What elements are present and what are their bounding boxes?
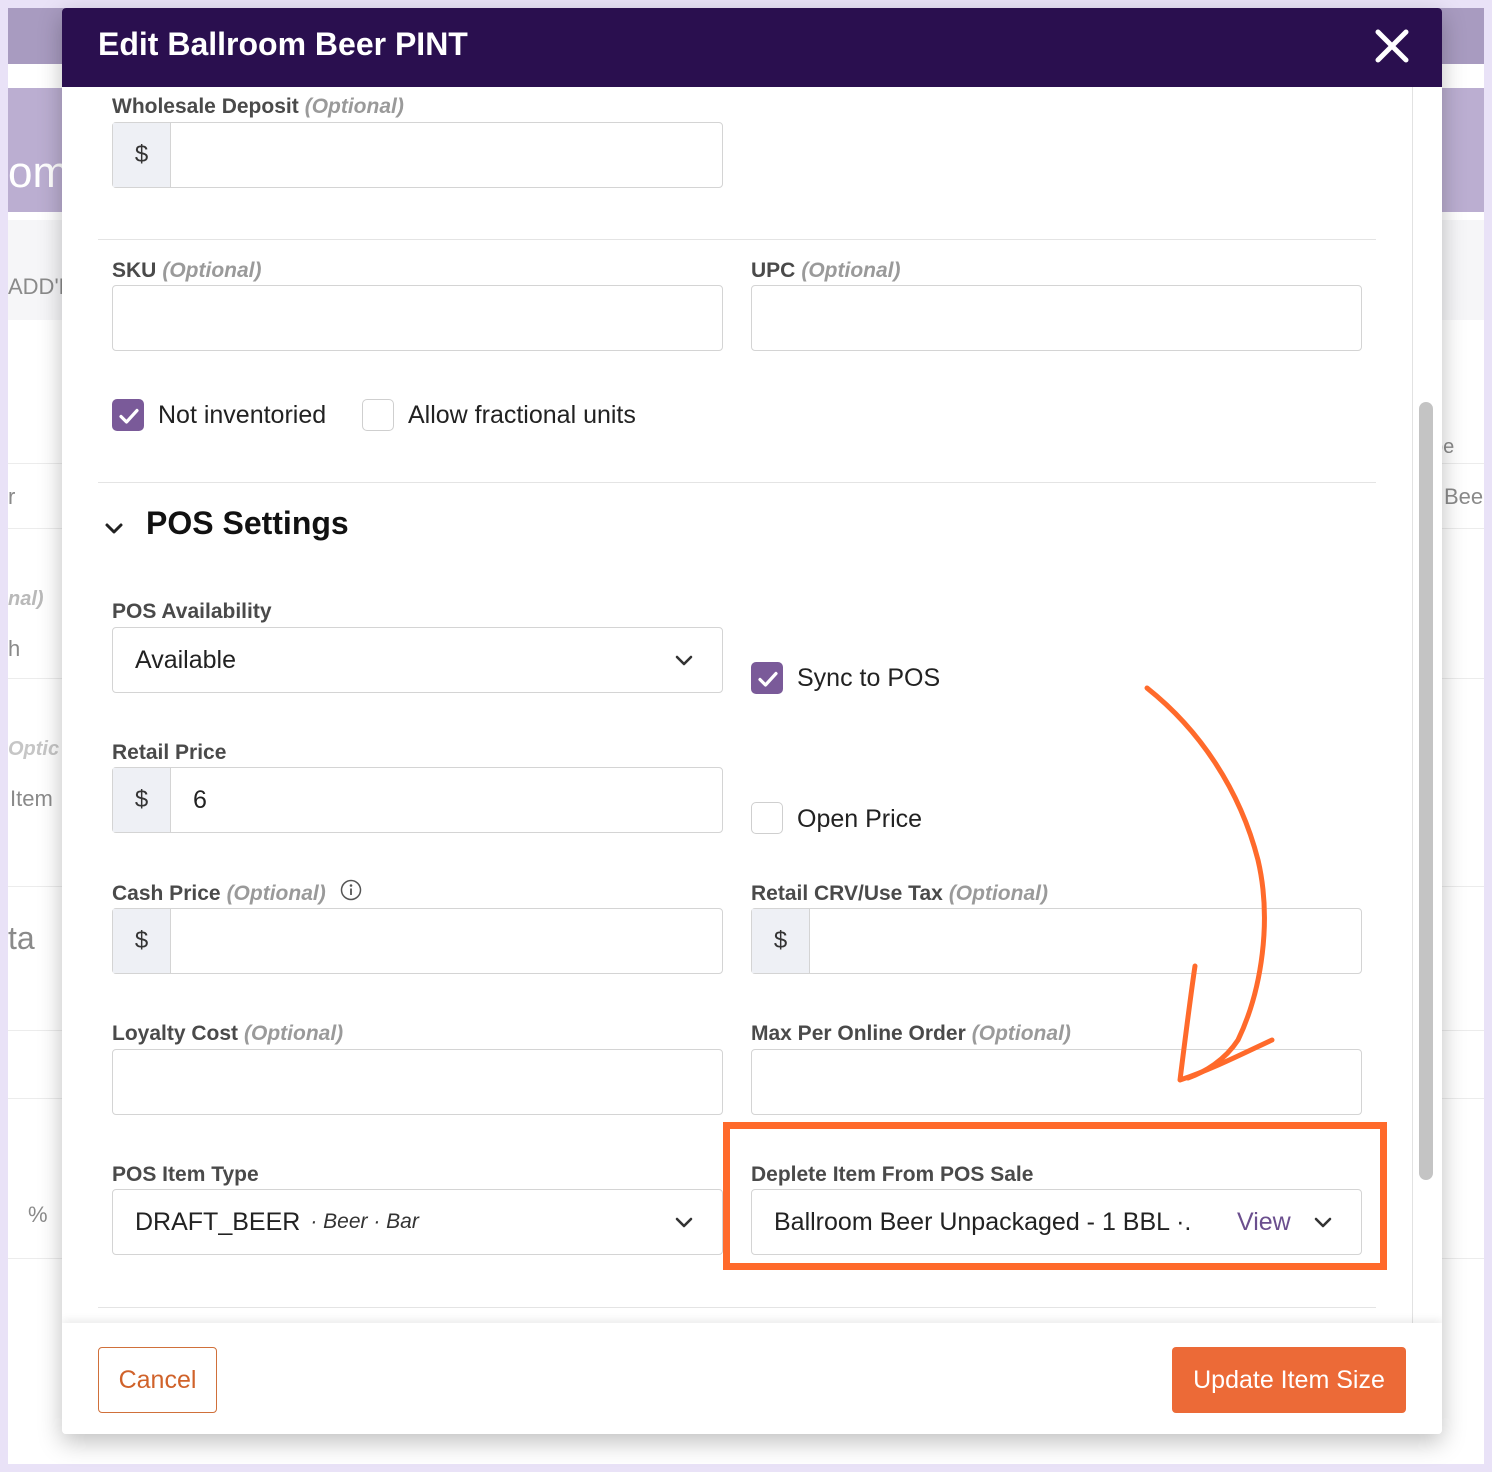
section-divider <box>98 239 1376 240</box>
scrollbar-thumb[interactable] <box>1419 402 1433 1180</box>
annotation-highlight-box <box>723 1122 1387 1270</box>
background-text-fragment: ta <box>8 920 35 956</box>
open-price-label: Open Price <box>797 805 923 833</box>
chevron-down-icon <box>675 1217 693 1228</box>
pos-item-type-label: POS Item Type <box>112 1163 259 1186</box>
allow-fractional-units-label: Allow fractional units <box>408 401 636 429</box>
open-price-checkbox[interactable] <box>751 802 783 834</box>
upc-label: UPC (Optional) <box>751 259 901 282</box>
info-icon[interactable] <box>340 879 362 901</box>
wholesale-deposit-label: Wholesale Deposit (Optional) <box>112 95 404 118</box>
background-text-fragment: Item <box>10 786 53 811</box>
background-text-fragment: h <box>8 636 21 661</box>
background-title-fragment: om <box>8 148 70 197</box>
section-divider <box>98 1307 1376 1308</box>
sync-to-pos-label: Sync to POS <box>797 664 941 692</box>
loyalty-cost-label: Loyalty Cost (Optional) <box>112 1022 344 1045</box>
pos-availability-select[interactable]: Available <box>112 627 723 693</box>
wholesale-deposit-input[interactable]: $ <box>112 122 723 188</box>
modal-title: Edit Ballroom Beer PINT <box>98 26 468 62</box>
modal-footer: Cancel Update Item Size <box>62 1323 1442 1434</box>
max-per-online-order-label: Max Per Online Order (Optional) <box>751 1022 1071 1045</box>
pos-settings-title: POS Settings <box>146 505 349 541</box>
pos-item-type-category: · Beer · Bar <box>310 1210 419 1233</box>
allow-fractional-units-checkbox[interactable] <box>362 399 394 431</box>
sku-input[interactable] <box>112 285 723 351</box>
pos-availability-value: Available <box>135 645 237 674</box>
section-divider <box>98 482 1376 483</box>
chevron-down-icon <box>675 655 693 666</box>
background-text-fragment: Bee <box>1444 484 1484 509</box>
checkmark-icon <box>758 671 778 687</box>
close-button[interactable] <box>1372 26 1412 66</box>
modal-body: Wholesale Deposit (Optional) $ SKU (Option… <box>62 87 1442 1323</box>
upc-input[interactable] <box>751 285 1362 351</box>
retail-crv-label: Retail CRV/Use Tax (Optional) <box>751 882 1048 905</box>
background-text-fragment: Optic <box>8 738 60 760</box>
pos-item-type-value: DRAFT_BEER · Beer · Bar <box>135 1207 419 1236</box>
sku-label: SKU (Optional) <box>112 259 262 282</box>
cash-price-input[interactable]: $ <box>112 908 723 974</box>
loyalty-cost-input[interactable] <box>112 1049 723 1115</box>
pos-settings-toggle[interactable] <box>102 517 126 541</box>
update-item-size-button[interactable]: Update Item Size <box>1172 1347 1406 1413</box>
not-inventoried-label: Not inventoried <box>158 401 327 429</box>
background-text-fragment: % <box>28 1202 48 1227</box>
modal-header: Edit Ballroom Beer PINT <box>62 8 1442 87</box>
background-text-fragment: nal) <box>8 588 44 610</box>
max-per-online-order-input[interactable] <box>751 1049 1362 1115</box>
retail-price-value: 6 <box>193 785 207 814</box>
retail-price-input[interactable]: $ 6 <box>112 767 723 833</box>
cash-price-label: Cash Price (Optional) <box>112 882 326 905</box>
pos-item-type-select[interactable]: DRAFT_BEER · Beer · Bar <box>112 1189 723 1255</box>
cancel-button[interactable]: Cancel <box>98 1347 217 1413</box>
chevron-down-icon <box>105 523 123 534</box>
checkmark-icon <box>119 408 139 424</box>
currency-prefix: $ <box>752 909 810 973</box>
currency-prefix: $ <box>113 909 171 973</box>
edit-item-modal: Edit Ballroom Beer PINT Wholesale Deposi… <box>62 8 1442 1434</box>
retail-price-label: Retail Price <box>112 741 227 764</box>
close-icon <box>1375 29 1409 63</box>
background-text-fragment: r <box>8 484 16 509</box>
pos-availability-label: POS Availability <box>112 600 272 623</box>
scrollbar-track <box>1412 87 1413 1323</box>
sync-to-pos-checkbox[interactable] <box>751 662 783 694</box>
not-inventoried-checkbox[interactable] <box>112 399 144 431</box>
currency-prefix: $ <box>113 123 171 187</box>
retail-crv-input[interactable]: $ <box>751 908 1362 974</box>
currency-prefix: $ <box>113 768 171 832</box>
